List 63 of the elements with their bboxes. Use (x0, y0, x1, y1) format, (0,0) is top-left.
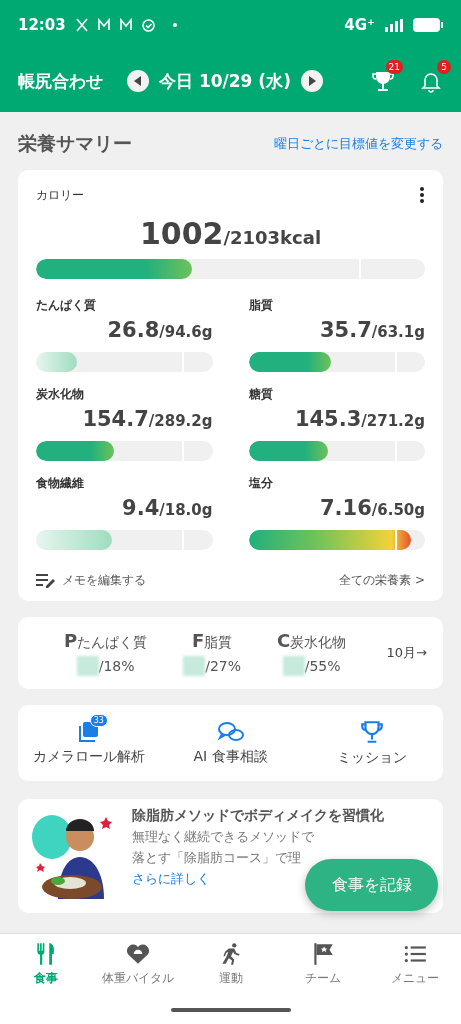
battery-icon (413, 18, 443, 32)
nav-tab[interactable]: 食事 (0, 934, 93, 994)
nutrient-label: 糖質 (248, 386, 274, 403)
date-label: 今日 10/29 (水) (159, 69, 291, 93)
nutrient-value: 7.16/6.50g (318, 496, 425, 520)
promo-title: 除脂肪メソッドでボディメイクを習慣化 (132, 807, 384, 825)
pfc-ratio: /27% (205, 658, 242, 674)
clock: 12:03 (18, 16, 66, 34)
nav-tab[interactable]: 体重バイタル (92, 934, 185, 994)
blurred-value (183, 656, 206, 676)
mail-icon (97, 18, 110, 32)
section-title: 栄養サマリー (18, 131, 132, 156)
chat-bubbles-icon (216, 720, 245, 744)
blurred-value (282, 656, 305, 676)
nutrient-label: 脂質 (248, 297, 274, 314)
shortcut-button[interactable]: 33 カメラロール解析 (18, 705, 160, 781)
nutrient-label: 塩分 (248, 475, 274, 492)
change-target-link[interactable]: 曜日ごとに目標値を変更する (274, 135, 443, 153)
pfc-label: F脂質 (191, 630, 233, 652)
dot-icon (172, 23, 177, 27)
left-triangle-icon (134, 76, 142, 86)
nutrient-label: 食物繊維 (36, 475, 85, 492)
pfc-label: Pたんぱく質 (64, 630, 148, 652)
pfc-ratio: /55% (304, 658, 341, 674)
nutrient-value: 154.7/289.2g (81, 407, 213, 431)
network-type: 4G⁺ (344, 16, 375, 34)
x-icon (75, 18, 88, 32)
edit-note-icon (36, 572, 56, 589)
check-circle-icon (141, 18, 155, 32)
month-link[interactable]: 10月→ (386, 644, 427, 662)
previous-day-button[interactable] (127, 70, 149, 92)
signal-icon (385, 18, 403, 32)
shortcut-button[interactable]: ミッション (301, 705, 443, 781)
promo-text: 無理なく継続できるメソッドで (132, 828, 315, 846)
trophy-icon (359, 719, 386, 745)
record-meal-button[interactable]: 食事を記録 (305, 859, 438, 911)
count-badge: 33 (89, 714, 108, 727)
nutrient-value: 35.7/63.1g (318, 318, 425, 342)
nutrient-value: 9.4/18.0g (121, 496, 213, 520)
nutrient-value: 26.8/94.6g (106, 318, 213, 342)
all-nutrients-link[interactable]: 全ての栄養素 > (339, 572, 425, 589)
count-badge: 5 (437, 60, 451, 74)
nav-tab[interactable]: メニュー (368, 934, 461, 994)
right-triangle-icon (307, 76, 316, 86)
pfc-ratio: /18% (98, 658, 135, 674)
blurred-value (76, 656, 99, 676)
nav-tab[interactable]: 運動 (184, 934, 277, 994)
shortcut-button[interactable]: AI 食事相談 (159, 705, 302, 781)
nutrient-value: 145.3/271.2g (293, 407, 425, 431)
more-icon[interactable] (419, 186, 425, 204)
edit-memo-link[interactable]: メモを編集する (36, 572, 146, 589)
next-day-button[interactable] (300, 70, 323, 92)
more-link[interactable]: さらに詳しく (132, 870, 210, 888)
count-badge: 21 (385, 60, 403, 74)
nav-tab[interactable]: チーム (276, 934, 369, 994)
calorie-value: 1002/2103kcal (138, 216, 323, 251)
nutrient-label: 炭水化物 (36, 386, 85, 403)
page-title: 帳尻合わせ (18, 69, 103, 93)
calorie-label: カロリー (36, 186, 84, 204)
pfc-label: C炭水化物 (277, 630, 347, 652)
mail-icon (119, 18, 132, 32)
nutrient-label: たんぱく質 (36, 297, 97, 314)
promo-text: 落とす「除脂肪コース」で理 (132, 849, 302, 867)
